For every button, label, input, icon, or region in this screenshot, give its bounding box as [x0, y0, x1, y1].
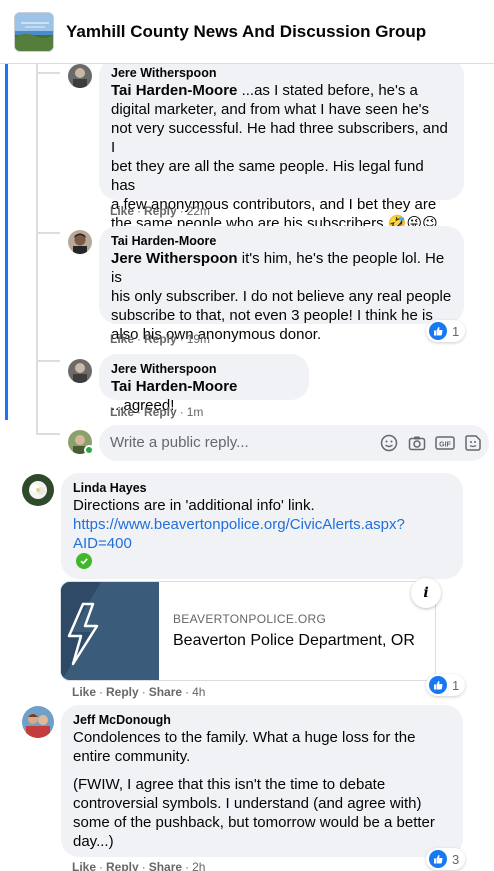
reply-input[interactable]: Write a public reply... [110, 434, 249, 451]
reply-bubble: Jere Witherspoon Tai Harden-Moore ...agr… [99, 354, 309, 414]
timestamp[interactable]: 19m [187, 332, 210, 346]
avatar[interactable] [68, 230, 92, 254]
like-button[interactable]: Like [72, 860, 96, 871]
comment-actions: Like · Reply · 22m [110, 204, 211, 218]
comment-author[interactable]: Jere Witherspoon [111, 361, 297, 377]
mention-link[interactable]: Tai Harden-Moore [111, 82, 237, 99]
reply-bubble: Jere Witherspoon Tai Harden-Moore ...as … [99, 64, 464, 232]
verified-check-icon [76, 553, 92, 569]
comment-author[interactable]: Linda Hayes [73, 480, 451, 496]
like-button[interactable]: Like [72, 685, 96, 699]
reaction-count[interactable]: 3 [426, 848, 466, 870]
svg-text:GIF: GIF [439, 442, 451, 449]
timestamp[interactable]: 4h [192, 685, 205, 699]
link-preview-image [61, 582, 159, 680]
comment-link[interactable]: AID=400 [73, 535, 132, 552]
sticker-icon[interactable] [463, 433, 483, 453]
comment-author[interactable]: Tai Harden-Moore [111, 233, 452, 249]
reaction-count[interactable]: 1 [426, 320, 466, 342]
thread-connector [36, 72, 60, 74]
thread-line [36, 64, 38, 434]
camera-icon[interactable] [407, 433, 427, 453]
reply-button[interactable]: Reply [106, 685, 139, 699]
share-button[interactable]: Share [149, 860, 182, 871]
comment-actions: Like · Reply · 1m [110, 405, 204, 419]
emoji-icon[interactable] [379, 433, 399, 453]
timestamp[interactable]: 1m [187, 405, 204, 419]
gif-icon[interactable]: GIF [435, 433, 455, 453]
comment-text: Jere Witherspoon it's him, he's the peop… [111, 250, 452, 343]
composer-tools: GIF [379, 433, 483, 453]
link-title[interactable]: Beaverton Police Department, OR [173, 632, 415, 650]
like-icon [429, 322, 447, 340]
comment-actions: Like · Reply · 19m [110, 332, 211, 346]
reply-composer[interactable]: Write a public reply... GIF [99, 425, 489, 461]
thread-connector [36, 360, 60, 362]
mention-link[interactable]: Tai Harden-Moore [111, 378, 237, 395]
like-button[interactable]: Like [110, 405, 134, 419]
reaction-count[interactable]: 1 [426, 674, 466, 696]
thread-connector [36, 232, 60, 234]
comment-actions: Like · Reply · Share · 4h [72, 685, 206, 699]
group-header: Yamhill County News And Discussion Group [0, 0, 494, 64]
reply-bubble: Tai Harden-Moore Jere Witherspoon it's h… [99, 226, 464, 343]
comment-author[interactable]: Jeff McDonough [73, 712, 451, 728]
comment-link[interactable]: https://www.beavertonpolice.org/CivicAle… [73, 516, 405, 533]
reply-button[interactable]: Reply [144, 332, 177, 346]
link-domain: BEAVERTONPOLICE.ORG [173, 612, 327, 626]
reply-button[interactable]: Reply [106, 860, 139, 871]
online-status-dot [84, 445, 94, 455]
comment-actions: Like · Reply · Share · 2h [72, 860, 205, 871]
like-button[interactable]: Like [110, 204, 134, 218]
info-icon[interactable]: i [411, 578, 441, 608]
focus-indicator [5, 64, 8, 420]
avatar[interactable] [68, 359, 92, 383]
mention-link[interactable]: Jere Witherspoon [111, 250, 238, 267]
avatar[interactable] [68, 64, 92, 88]
reply-button[interactable]: Reply [144, 405, 177, 419]
timestamp[interactable]: 22m [187, 204, 210, 218]
timestamp[interactable]: 2h [192, 860, 205, 871]
comment-text: (FWIW, I agree that this isn't the time … [73, 776, 435, 850]
like-icon [429, 676, 447, 694]
like-icon [429, 850, 447, 868]
comment-text: Directions are in 'additional info' link… [73, 497, 405, 552]
share-button[interactable]: Share [149, 685, 182, 699]
group-title[interactable]: Yamhill County News And Discussion Group [66, 22, 426, 42]
reply-button[interactable]: Reply [144, 204, 177, 218]
link-preview-card[interactable]: BEAVERTONPOLICE.ORG Beaverton Police Dep… [60, 581, 436, 681]
comment-author[interactable]: Jere Witherspoon [111, 65, 452, 81]
avatar[interactable] [22, 706, 54, 738]
comment-bubble: Linda Hayes Directions are in 'additiona… [61, 473, 463, 579]
comment-bubble: Jeff McDonough Condolences to the family… [61, 705, 463, 857]
comment-text: Condolences to the family. What a huge l… [73, 729, 416, 765]
group-cover-thumbnail[interactable] [14, 12, 54, 52]
avatar[interactable] [22, 474, 54, 506]
thread-connector [36, 433, 60, 435]
comments-section: Jere Witherspoon Tai Harden-Moore ...as … [0, 64, 494, 871]
like-button[interactable]: Like [110, 332, 134, 346]
